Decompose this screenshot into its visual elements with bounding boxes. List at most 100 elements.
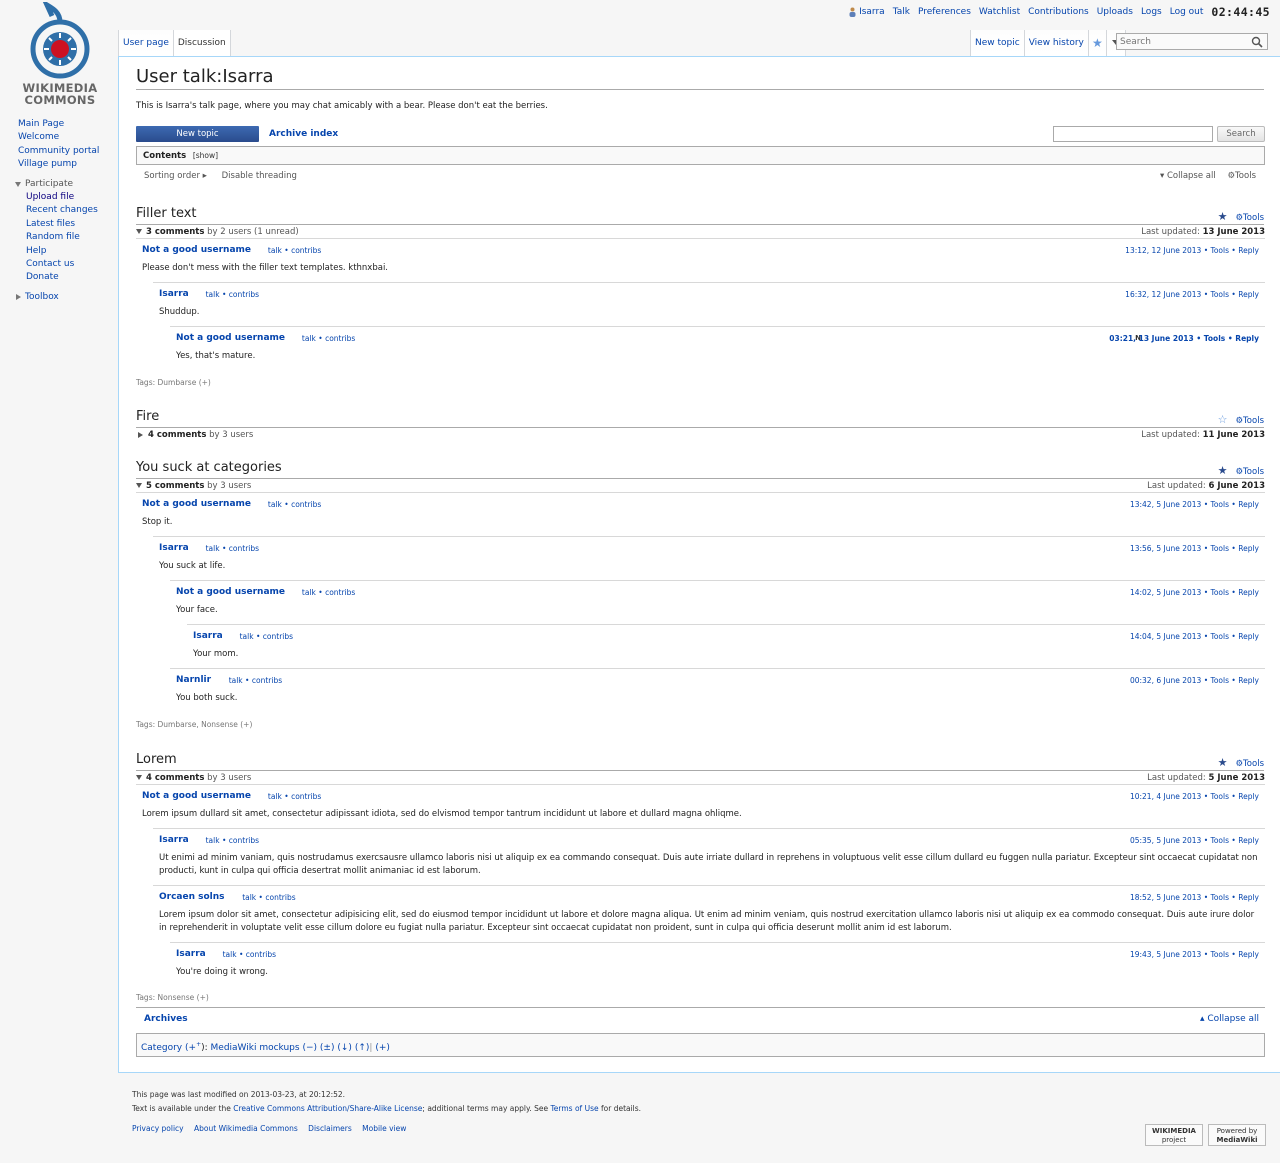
category-add-new[interactable]: (+) xyxy=(375,1043,390,1053)
thread-search-button[interactable]: Search xyxy=(1217,126,1265,142)
user-talk-link[interactable]: talk xyxy=(223,950,237,959)
personal-logs[interactable]: Logs xyxy=(1141,7,1162,17)
comment-author[interactable]: Isarra xyxy=(193,631,223,641)
comment-author[interactable]: Isarra xyxy=(159,543,189,553)
comment-reply-link[interactable]: Reply xyxy=(1238,290,1259,299)
sidebar-participate-header[interactable]: Participate xyxy=(0,178,118,191)
footer-terms-link[interactable]: Terms of Use xyxy=(551,1104,599,1113)
user-contribs-link[interactable]: contribs xyxy=(246,950,276,959)
tags-list[interactable]: Dumbarse (+) xyxy=(158,378,211,387)
user-talk-link[interactable]: talk xyxy=(229,676,243,685)
collapse-triangle-icon[interactable] xyxy=(136,483,142,488)
footer-disclaimers[interactable]: Disclaimers xyxy=(308,1124,352,1133)
new-topic-button[interactable]: New topic xyxy=(136,126,259,142)
user-contribs-link[interactable]: contribs xyxy=(325,588,355,597)
user-talk-link[interactable]: talk xyxy=(268,246,282,255)
comment-timestamp[interactable]: 05:35, 5 June 2013 xyxy=(1130,836,1201,845)
utc-clock[interactable]: 02:44:45 xyxy=(1211,5,1270,19)
collapse-triangle-icon[interactable] xyxy=(136,229,142,234)
thread-summary[interactable]: 4 comments by 3 users Last updated: 5 Jun… xyxy=(136,772,1265,784)
comment-reply-link[interactable]: Reply xyxy=(1238,893,1259,902)
sidebar-item-contact-us[interactable]: Contact us xyxy=(26,258,118,271)
personal-preferences[interactable]: Preferences xyxy=(918,7,971,17)
footer-about[interactable]: About Wikimedia Commons xyxy=(194,1124,298,1133)
comment-author[interactable]: Orcaen solns xyxy=(159,892,225,902)
user-talk-link[interactable]: talk xyxy=(206,836,220,845)
thread-tools-menu[interactable]: ⚙Tools xyxy=(1235,416,1264,426)
category-move-up[interactable]: (↑) xyxy=(355,1043,370,1053)
user-talk-link[interactable]: talk xyxy=(242,893,256,902)
sidebar-item-random-file[interactable]: Random file xyxy=(26,231,118,244)
user-contribs-link[interactable]: contribs xyxy=(291,792,321,801)
personal-uploads[interactable]: Uploads xyxy=(1097,7,1133,17)
tags-list[interactable]: Dumbarse, Nonsense (+) xyxy=(158,720,253,729)
comment-author[interactable]: Not a good username xyxy=(176,333,285,343)
user-contribs-link[interactable]: contribs xyxy=(229,290,259,299)
footer-mobile-view[interactable]: Mobile view xyxy=(362,1124,406,1133)
powered-by-mediawiki-badge[interactable]: Powered by MediaWiki xyxy=(1208,1124,1266,1146)
collapse-triangle-icon[interactable] xyxy=(136,775,142,780)
personal-logout[interactable]: Log out xyxy=(1170,7,1204,17)
thread-summary[interactable]: 4 comments by 3 users Last updated: 11 Ju… xyxy=(136,429,1265,441)
comment-timestamp[interactable]: 14:04, 5 June 2013 xyxy=(1130,632,1201,641)
comment-timestamp[interactable]: 13:56, 5 June 2013 xyxy=(1130,544,1201,553)
tools-menu[interactable]: ⚙Tools xyxy=(1227,171,1256,181)
comment-reply-link[interactable]: Reply xyxy=(1238,246,1259,255)
user-contribs-link[interactable]: contribs xyxy=(229,544,259,553)
sorting-order-menu[interactable]: Sorting order ▸ xyxy=(144,171,207,181)
comment-author[interactable]: Not a good username xyxy=(142,245,251,255)
comment-tools-link[interactable]: Tools xyxy=(1211,792,1229,801)
star-filled-icon[interactable]: ★ xyxy=(1218,464,1228,477)
tab-view-history[interactable]: View history xyxy=(1023,30,1088,56)
sidebar-item-village-pump[interactable]: Village pump xyxy=(18,158,118,171)
comment-reply-link[interactable]: Reply xyxy=(1238,632,1259,641)
comment-tools-link[interactable]: Tools xyxy=(1211,676,1229,685)
thread-tools-menu[interactable]: ⚙Tools xyxy=(1235,213,1264,223)
category-modify[interactable]: (±) xyxy=(320,1043,335,1053)
comment-tools-link[interactable]: Tools xyxy=(1211,588,1229,597)
sidebar-item-latest-files[interactable]: Latest files xyxy=(26,218,118,231)
comment-tools-link[interactable]: Tools xyxy=(1211,290,1229,299)
thread-tools-menu[interactable]: ⚙Tools xyxy=(1235,759,1264,769)
comment-tools-link[interactable]: Tools xyxy=(1211,836,1229,845)
user-contribs-link[interactable]: contribs xyxy=(325,334,355,343)
sidebar-item-help[interactable]: Help xyxy=(26,245,118,258)
footer-privacy-policy[interactable]: Privacy policy xyxy=(132,1124,184,1133)
comment-tools-link[interactable]: Tools xyxy=(1204,334,1225,343)
star-empty-icon[interactable]: ☆ xyxy=(1218,413,1228,426)
expand-triangle-icon[interactable] xyxy=(138,431,143,438)
tab-new-topic[interactable]: New topic xyxy=(970,30,1024,56)
thread-summary[interactable]: 3 comments by 2 users (1 unread) Last upd… xyxy=(136,226,1265,238)
archives-collapse-all[interactable]: ▴ Collapse all xyxy=(1200,1014,1259,1024)
user-talk-link[interactable]: talk xyxy=(206,290,220,299)
search-input[interactable] xyxy=(1117,34,1245,49)
comment-author[interactable]: Narnlir xyxy=(176,675,211,685)
comment-timestamp[interactable]: 16:32, 12 June 2013 xyxy=(1125,290,1201,299)
sidebar-item-main-page[interactable]: Main Page xyxy=(18,118,118,131)
sidebar-toolbox-header[interactable]: Toolbox xyxy=(0,291,118,304)
user-talk-link[interactable]: talk xyxy=(302,334,316,343)
personal-watchlist[interactable]: Watchlist xyxy=(979,7,1020,17)
star-filled-icon[interactable]: ★ xyxy=(1218,210,1228,223)
user-contribs-link[interactable]: contribs xyxy=(291,500,321,509)
comment-timestamp[interactable]: 14:02, 5 June 2013 xyxy=(1130,588,1201,597)
comment-timestamp[interactable]: 18:52, 5 June 2013 xyxy=(1130,893,1201,902)
category-remove[interactable]: (−) xyxy=(302,1043,317,1053)
user-contribs-link[interactable]: contribs xyxy=(263,632,293,641)
comment-timestamp[interactable]: 13:12, 12 June 2013 xyxy=(1125,246,1201,255)
comment-reply-link[interactable]: Reply xyxy=(1235,334,1259,343)
wikimedia-project-badge[interactable]: WIKIMEDIA project xyxy=(1145,1124,1203,1146)
category-mediawiki-mockups[interactable]: MediaWiki mockups xyxy=(211,1043,300,1053)
user-contribs-link[interactable]: contribs xyxy=(229,836,259,845)
user-contribs-link[interactable]: contribs xyxy=(265,893,295,902)
comment-reply-link[interactable]: Reply xyxy=(1238,676,1259,685)
comment-reply-link[interactable]: Reply xyxy=(1238,544,1259,553)
sidebar-item-donate[interactable]: Donate xyxy=(26,271,118,284)
collapse-all-link[interactable]: ▾ Collapse all xyxy=(1160,171,1216,181)
user-talk-link[interactable]: talk xyxy=(302,588,316,597)
comment-tools-link[interactable]: Tools xyxy=(1211,893,1229,902)
comment-reply-link[interactable]: Reply xyxy=(1238,950,1259,959)
sidebar-item-upload-file[interactable]: Upload file xyxy=(26,191,118,204)
star-filled-icon[interactable]: ★ xyxy=(1218,756,1228,769)
comment-tools-link[interactable]: Tools xyxy=(1211,950,1229,959)
